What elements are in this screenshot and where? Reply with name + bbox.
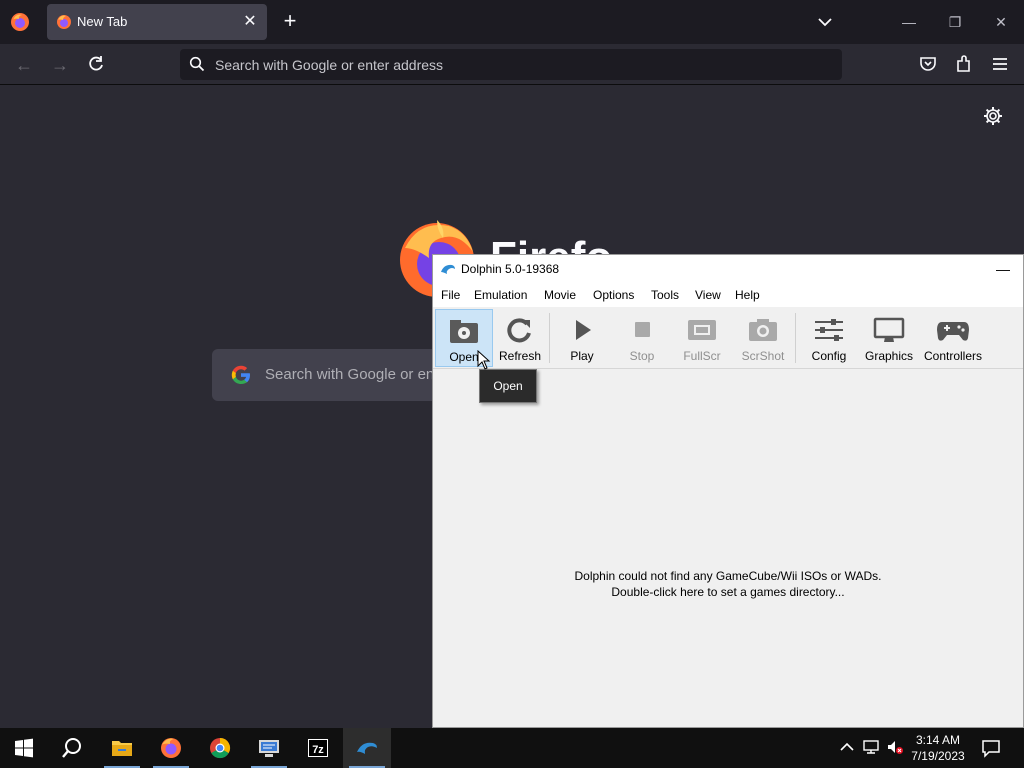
menu-file[interactable]: File xyxy=(441,288,460,302)
refresh-icon xyxy=(507,318,531,343)
stop-icon xyxy=(635,322,650,337)
config-button[interactable]: Config xyxy=(803,309,855,367)
address-bar[interactable]: Search with Google or enter address xyxy=(180,49,842,80)
pocket-icon[interactable] xyxy=(918,54,938,74)
reload-icon[interactable] xyxy=(86,54,106,74)
play-button[interactable]: Play xyxy=(557,309,607,367)
fullscreen-button[interactable]: FullScr xyxy=(677,309,727,367)
firefox-menu-icon[interactable] xyxy=(10,12,30,32)
action-center-icon[interactable] xyxy=(980,738,1002,758)
refresh-label: Refresh xyxy=(498,349,542,363)
controllers-button[interactable]: Controllers xyxy=(921,309,985,367)
empty-message-line2: Double-click here to set a games directo… xyxy=(611,585,845,599)
open-icon xyxy=(450,320,478,343)
taskbar-network-app[interactable] xyxy=(245,728,293,768)
tooltip: Open xyxy=(479,369,537,403)
taskbar-7zip[interactable]: 7z xyxy=(294,728,342,768)
svg-text:7z: 7z xyxy=(312,744,324,756)
config-label: Config xyxy=(811,349,847,363)
controllers-label: Controllers xyxy=(923,349,983,363)
graphics-icon xyxy=(873,317,905,342)
start-button[interactable] xyxy=(0,728,48,768)
mouse-cursor-icon xyxy=(477,350,491,370)
config-icon xyxy=(815,319,843,341)
menu-help[interactable]: Help xyxy=(735,288,760,302)
taskbar-dolphin[interactable] xyxy=(343,728,391,768)
controllers-icon xyxy=(937,322,969,341)
dolphin-titlebar[interactable]: Dolphin 5.0-19368 — xyxy=(433,255,1023,283)
hamburger-menu-icon[interactable] xyxy=(990,54,1010,74)
close-tab-icon[interactable]: ✕ xyxy=(241,13,259,31)
file-explorer-icon xyxy=(112,741,132,756)
fullscreen-label: FullScr xyxy=(683,349,721,363)
toolbar-separator xyxy=(795,313,796,363)
close-window-icon[interactable]: ✕ xyxy=(989,10,1013,34)
screenshot-label: ScrShot xyxy=(741,349,785,363)
gear-icon[interactable] xyxy=(983,106,1003,126)
stop-button[interactable]: Stop xyxy=(617,309,667,367)
menu-options[interactable]: Options xyxy=(593,288,634,302)
forward-button[interactable]: → xyxy=(49,54,71,76)
address-bar-placeholder: Search with Google or enter address xyxy=(215,57,444,73)
tab-new-tab[interactable]: New Tab ✕ xyxy=(47,4,267,40)
menu-movie[interactable]: Movie xyxy=(544,288,576,302)
network-icon[interactable] xyxy=(862,738,880,756)
menu-view[interactable]: View xyxy=(695,288,721,302)
network-app-icon xyxy=(259,740,279,757)
clock-date: 7/19/2023 xyxy=(911,749,965,763)
refresh-button[interactable]: Refresh xyxy=(495,309,545,367)
firefox-icon xyxy=(161,738,181,758)
play-label: Play xyxy=(570,349,594,363)
game-list[interactable]: Dolphin could not find any GameCube/Wii … xyxy=(433,370,1023,728)
7zip-icon: 7z xyxy=(308,739,328,757)
clock-time: 3:14 AM xyxy=(915,733,961,747)
chevron-up-icon[interactable] xyxy=(838,738,856,756)
search-icon xyxy=(62,738,81,758)
tab-title: New Tab xyxy=(77,14,128,29)
dolphin-menubar: File Emulation Movie Options Tools View … xyxy=(433,283,1023,307)
dolphin-window-title: Dolphin 5.0-19368 xyxy=(461,262,560,276)
dolphin-icon xyxy=(357,742,377,754)
taskbar-file-explorer[interactable] xyxy=(98,728,146,768)
toolbar-separator xyxy=(549,313,550,363)
start-icon xyxy=(15,738,33,758)
back-button[interactable]: ← xyxy=(13,54,35,76)
windows-taskbar: 7z 3:14 AM 7/19/2023 xyxy=(0,728,1024,768)
stop-label: Stop xyxy=(629,349,655,363)
empty-message-line1: Dolphin could not find any GameCube/Wii … xyxy=(574,569,882,583)
empty-game-list-message[interactable]: Dolphin could not find any GameCube/Wii … xyxy=(433,568,1023,600)
graphics-label: Graphics xyxy=(864,349,914,363)
firefox-favicon-icon xyxy=(57,15,71,29)
dolphin-minimize-icon[interactable]: — xyxy=(993,259,1013,279)
dolphin-logo-icon xyxy=(441,264,455,274)
newtab-search-placeholder: Search with Google or en xyxy=(265,366,435,383)
play-icon xyxy=(576,320,591,340)
taskbar-search-button[interactable] xyxy=(48,728,96,768)
taskbar-firefox[interactable] xyxy=(147,728,195,768)
list-all-tabs-icon[interactable] xyxy=(815,12,835,32)
taskbar-chrome[interactable] xyxy=(196,728,244,768)
screenshot-button[interactable]: ScrShot xyxy=(737,309,789,367)
volume-muted-icon[interactable] xyxy=(886,738,904,756)
taskbar-clock[interactable]: 3:14 AM 7/19/2023 xyxy=(905,732,971,764)
minimize-window-icon[interactable]: — xyxy=(897,10,921,34)
browser-tabstrip: New Tab ✕ + — ❐ ✕ xyxy=(0,0,1024,44)
browser-navbar: ← → Search with Google or enter address xyxy=(0,44,1024,85)
dolphin-toolbar: Open Refresh Play Stop FullScr ScrShot C… xyxy=(433,307,1023,369)
tooltip-text: Open xyxy=(493,379,523,393)
menu-emulation[interactable]: Emulation xyxy=(474,288,527,302)
graphics-button[interactable]: Graphics xyxy=(861,309,917,367)
menu-tools[interactable]: Tools xyxy=(651,288,679,302)
search-icon xyxy=(189,56,205,72)
google-icon xyxy=(231,365,250,384)
restore-window-icon[interactable]: ❐ xyxy=(943,10,967,34)
screenshot-icon xyxy=(749,319,777,341)
extensions-icon[interactable] xyxy=(954,54,974,74)
dolphin-window: Dolphin 5.0-19368 — File Emulation Movie… xyxy=(432,254,1024,728)
chrome-icon xyxy=(210,737,231,759)
new-tab-button[interactable]: + xyxy=(280,10,300,32)
fullscreen-icon xyxy=(688,320,716,340)
